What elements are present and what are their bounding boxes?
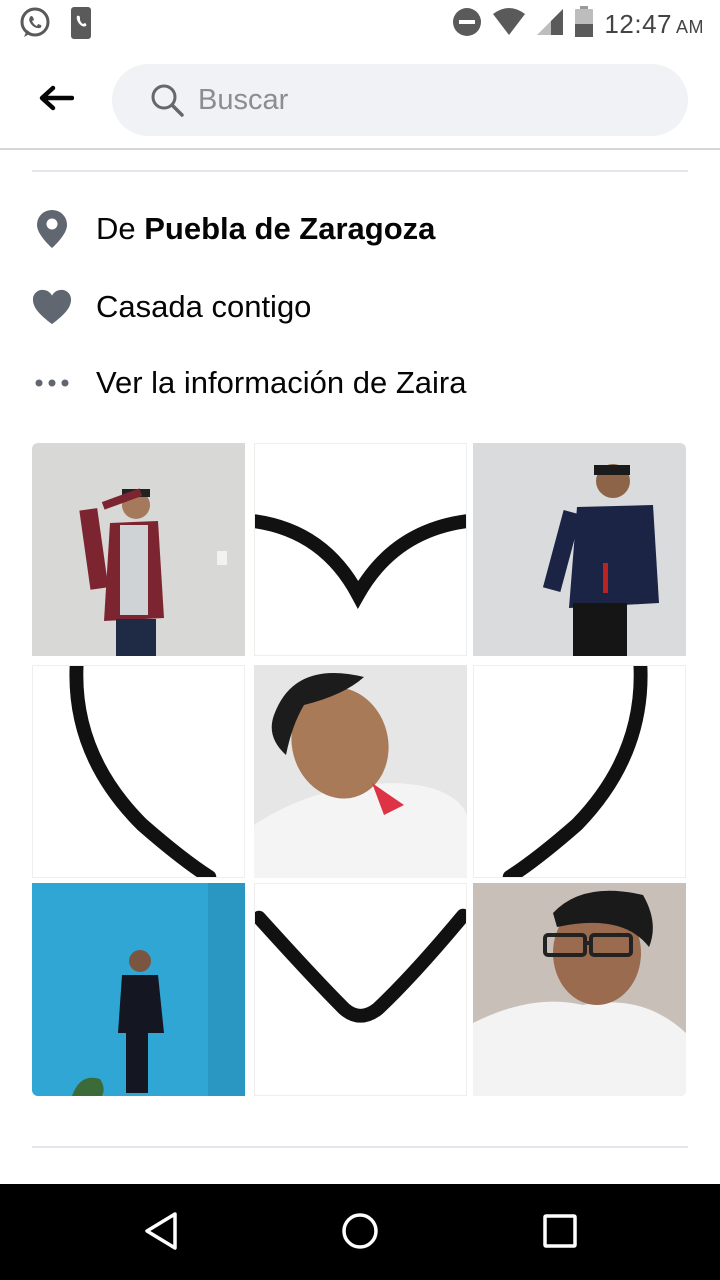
photo-7[interactable] — [32, 883, 245, 1096]
photo-2[interactable] — [254, 443, 467, 656]
more-dots-icon — [32, 363, 72, 403]
photo-1[interactable] — [32, 443, 245, 656]
location-text: De Puebla de Zaragoza — [96, 211, 436, 246]
photo-5[interactable] — [254, 665, 467, 878]
app-bar: Buscar — [0, 50, 720, 150]
photo-3[interactable] — [473, 443, 686, 656]
battery-icon — [574, 6, 594, 43]
see-info-row[interactable]: Ver la información de Zaira — [32, 353, 688, 413]
search-placeholder: Buscar — [198, 83, 289, 116]
search-icon — [150, 83, 184, 117]
system-nav-bar — [0, 1184, 720, 1280]
section-divider — [32, 1146, 688, 1148]
section-divider — [32, 170, 688, 172]
photo-4[interactable] — [32, 665, 245, 878]
nav-recents-button[interactable] — [535, 1208, 585, 1258]
relationship-row: Casada contigo — [32, 277, 688, 337]
relationship-text: Casada contigo — [96, 289, 312, 324]
whatsapp-icon — [18, 6, 52, 45]
cell-signal-icon — [536, 8, 564, 41]
location-value[interactable]: Puebla de Zaragoza — [144, 211, 435, 246]
nav-home-button[interactable] — [335, 1208, 385, 1258]
back-button[interactable] — [28, 80, 84, 120]
wifi-icon — [492, 8, 526, 41]
photo-9[interactable] — [473, 883, 686, 1096]
photo-6[interactable] — [473, 665, 686, 878]
location-row: De Puebla de Zaragoza — [32, 199, 688, 259]
status-bar: 12:47 AM — [0, 0, 720, 50]
see-info-link[interactable]: Ver la información de Zaira — [96, 365, 466, 401]
nav-back-icon — [143, 1211, 179, 1256]
phone-notification-icon — [70, 6, 92, 45]
photo-grid — [32, 443, 686, 1096]
back-arrow-icon — [38, 85, 75, 116]
nav-home-icon — [340, 1211, 380, 1256]
heart-icon — [32, 287, 72, 327]
clock: 12:47 AM — [604, 9, 704, 39]
photo-8[interactable] — [254, 883, 467, 1096]
nav-back-button[interactable] — [136, 1208, 186, 1258]
location-pin-icon — [32, 209, 72, 249]
search-bar[interactable]: Buscar — [112, 64, 688, 136]
do-not-disturb-icon — [452, 7, 482, 42]
nav-recents-icon — [542, 1213, 578, 1254]
